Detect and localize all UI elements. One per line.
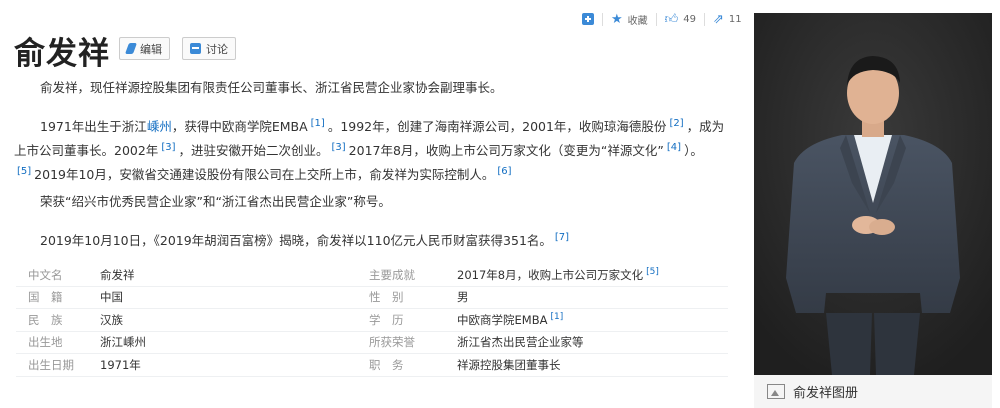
bio-text: 2019年10月，安徽省交通建设股份有限公司在上交所上市，俞发祥为实际控制人。 <box>34 167 495 182</box>
share-button[interactable]: ⇗ 11 <box>703 11 750 27</box>
collect-button[interactable]: ★ 收藏 <box>602 11 656 27</box>
page-title: 俞发祥 <box>14 36 110 72</box>
info-key: 性 别 <box>369 290 404 305</box>
add-button[interactable] <box>582 13 602 26</box>
info-row: 民 族 汉族 学 历 中欧商学院EMBA [1] <box>16 309 728 332</box>
ranking-paragraph: 2019年10月10日，《2019年胡润百富榜》揭晓，俞发祥以110亿元人民币财… <box>14 227 728 251</box>
info-row: 出生日期 1971年 职 务 祥源控股集团董事长 <box>16 354 728 377</box>
like-button[interactable]: 👍︎ 49 <box>655 11 704 27</box>
intro-paragraph: 俞发祥，现任祥源控股集团有限责任公司董事长、浙江省民营企业家协会副理事长。 <box>14 77 728 98</box>
info-value-text: 2017年8月，收购上市公司万家文化 <box>457 267 644 282</box>
picture-icon <box>767 384 785 399</box>
edit-button[interactable]: 编辑 <box>119 37 170 60</box>
info-key: 民 族 <box>28 312 63 327</box>
discuss-button[interactable]: 讨论 <box>182 37 236 60</box>
ref-link-5[interactable]: [5] <box>643 267 659 277</box>
info-value: 中国 <box>100 290 123 305</box>
ref-link-7[interactable]: [7] <box>552 232 572 243</box>
bio-text: 。1992年，创建了海南祥源公司，2001年，收购琼海德股份 <box>327 119 667 134</box>
plus-square-icon <box>582 13 594 25</box>
bio-text: ）。 <box>684 143 703 158</box>
honor-text: 荣获“绍兴市优秀民营企业家”和“浙江省杰出民营企业家”称号。 <box>40 194 391 209</box>
info-key: 出生地 <box>28 335 63 350</box>
info-value: 2017年8月，收购上市公司万家文化 [5] <box>457 267 659 283</box>
ranking-text: 2019年10月10日，《2019年胡润百富榜》揭晓，俞发祥以110亿元人民币财… <box>40 233 552 248</box>
info-key: 出生日期 <box>28 357 74 372</box>
ref-link-1[interactable]: [1] <box>308 118 328 129</box>
info-value: 1971年 <box>100 357 141 372</box>
bio-paragraph: 1971年出生于浙江嵊州，获得中欧商学院EMBA [1] 。1992年，创建了海南祥… <box>14 113 728 185</box>
info-value: 浙江省杰出民营企业家等 <box>457 335 584 350</box>
info-row: 出生地 浙江嵊州 所获荣誉 浙江省杰出民营企业家等 <box>16 332 728 354</box>
info-value: 男 <box>457 290 469 305</box>
ref-link-3[interactable]: [3] <box>158 142 178 153</box>
info-key: 中文名 <box>28 267 63 282</box>
link-shengzhou[interactable]: 嵊州 <box>147 119 172 134</box>
action-bar: ★ 收藏 👍︎ 49 ⇗ 11 <box>582 10 750 28</box>
info-value: 俞发祥 <box>100 267 135 282</box>
portrait-illustration <box>754 13 992 375</box>
info-key: 主要成就 <box>369 267 415 282</box>
info-key: 职 务 <box>369 357 404 372</box>
info-value: 中欧商学院EMBA [1] <box>457 312 563 328</box>
portrait-photo[interactable] <box>754 13 992 375</box>
thumbs-up-icon: 👍︎ <box>664 11 679 27</box>
info-row: 国 籍 中国 性 别 男 <box>16 287 728 309</box>
photo-album-link[interactable]: 俞发祥图册 <box>754 375 992 408</box>
ref-link-4[interactable]: [4] <box>664 142 684 153</box>
intro-text: 俞发祥，现任祥源控股集团有限责任公司董事长、浙江省民营企业家协会副理事长。 <box>40 80 503 95</box>
ref-link-5[interactable]: [5] <box>14 166 34 177</box>
star-icon: ★ <box>611 11 623 27</box>
album-label: 俞发祥图册 <box>793 386 859 401</box>
pencil-icon <box>124 43 138 54</box>
collect-label: 收藏 <box>627 15 648 27</box>
info-row: 中文名 俞发祥 主要成就 2017年8月，收购上市公司万家文化 [5] <box>16 264 728 287</box>
info-key: 所获荣誉 <box>369 335 415 350</box>
share-count: 11 <box>728 13 742 25</box>
discussion-icon <box>190 43 201 54</box>
bio-text: 2017年8月，收购上市公司万家文化（变更为“祥源文化” <box>348 143 664 158</box>
share-icon: ⇗ <box>712 11 724 27</box>
info-value: 浙江嵊州 <box>100 335 146 350</box>
discuss-label: 讨论 <box>206 42 228 56</box>
ref-link-1[interactable]: [1] <box>547 312 563 322</box>
ref-link-3b[interactable]: [3] <box>329 142 349 153</box>
ref-link-6[interactable]: [6] <box>494 166 514 177</box>
like-count: 49 <box>683 13 696 25</box>
info-value: 祥源控股集团董事长 <box>457 357 561 372</box>
bio-text: 1971年出生于浙江 <box>40 119 147 134</box>
edit-label: 编辑 <box>140 42 162 56</box>
bio-text: ，获得中欧商学院EMBA <box>171 119 308 134</box>
honor-paragraph: 荣获“绍兴市优秀民营企业家”和“浙江省杰出民营企业家”称号。 <box>14 191 728 212</box>
basic-info-table: 中文名 俞发祥 主要成就 2017年8月，收购上市公司万家文化 [5] 国 籍 中… <box>16 264 728 377</box>
info-value: 汉族 <box>100 312 123 327</box>
info-key: 国 籍 <box>28 290 63 305</box>
info-value-text: 中欧商学院EMBA <box>457 312 548 327</box>
info-key: 学 历 <box>369 312 404 327</box>
bio-text: ，进驻安徽开始二次创业。 <box>178 143 329 158</box>
ref-link-2[interactable]: [2] <box>666 118 686 129</box>
